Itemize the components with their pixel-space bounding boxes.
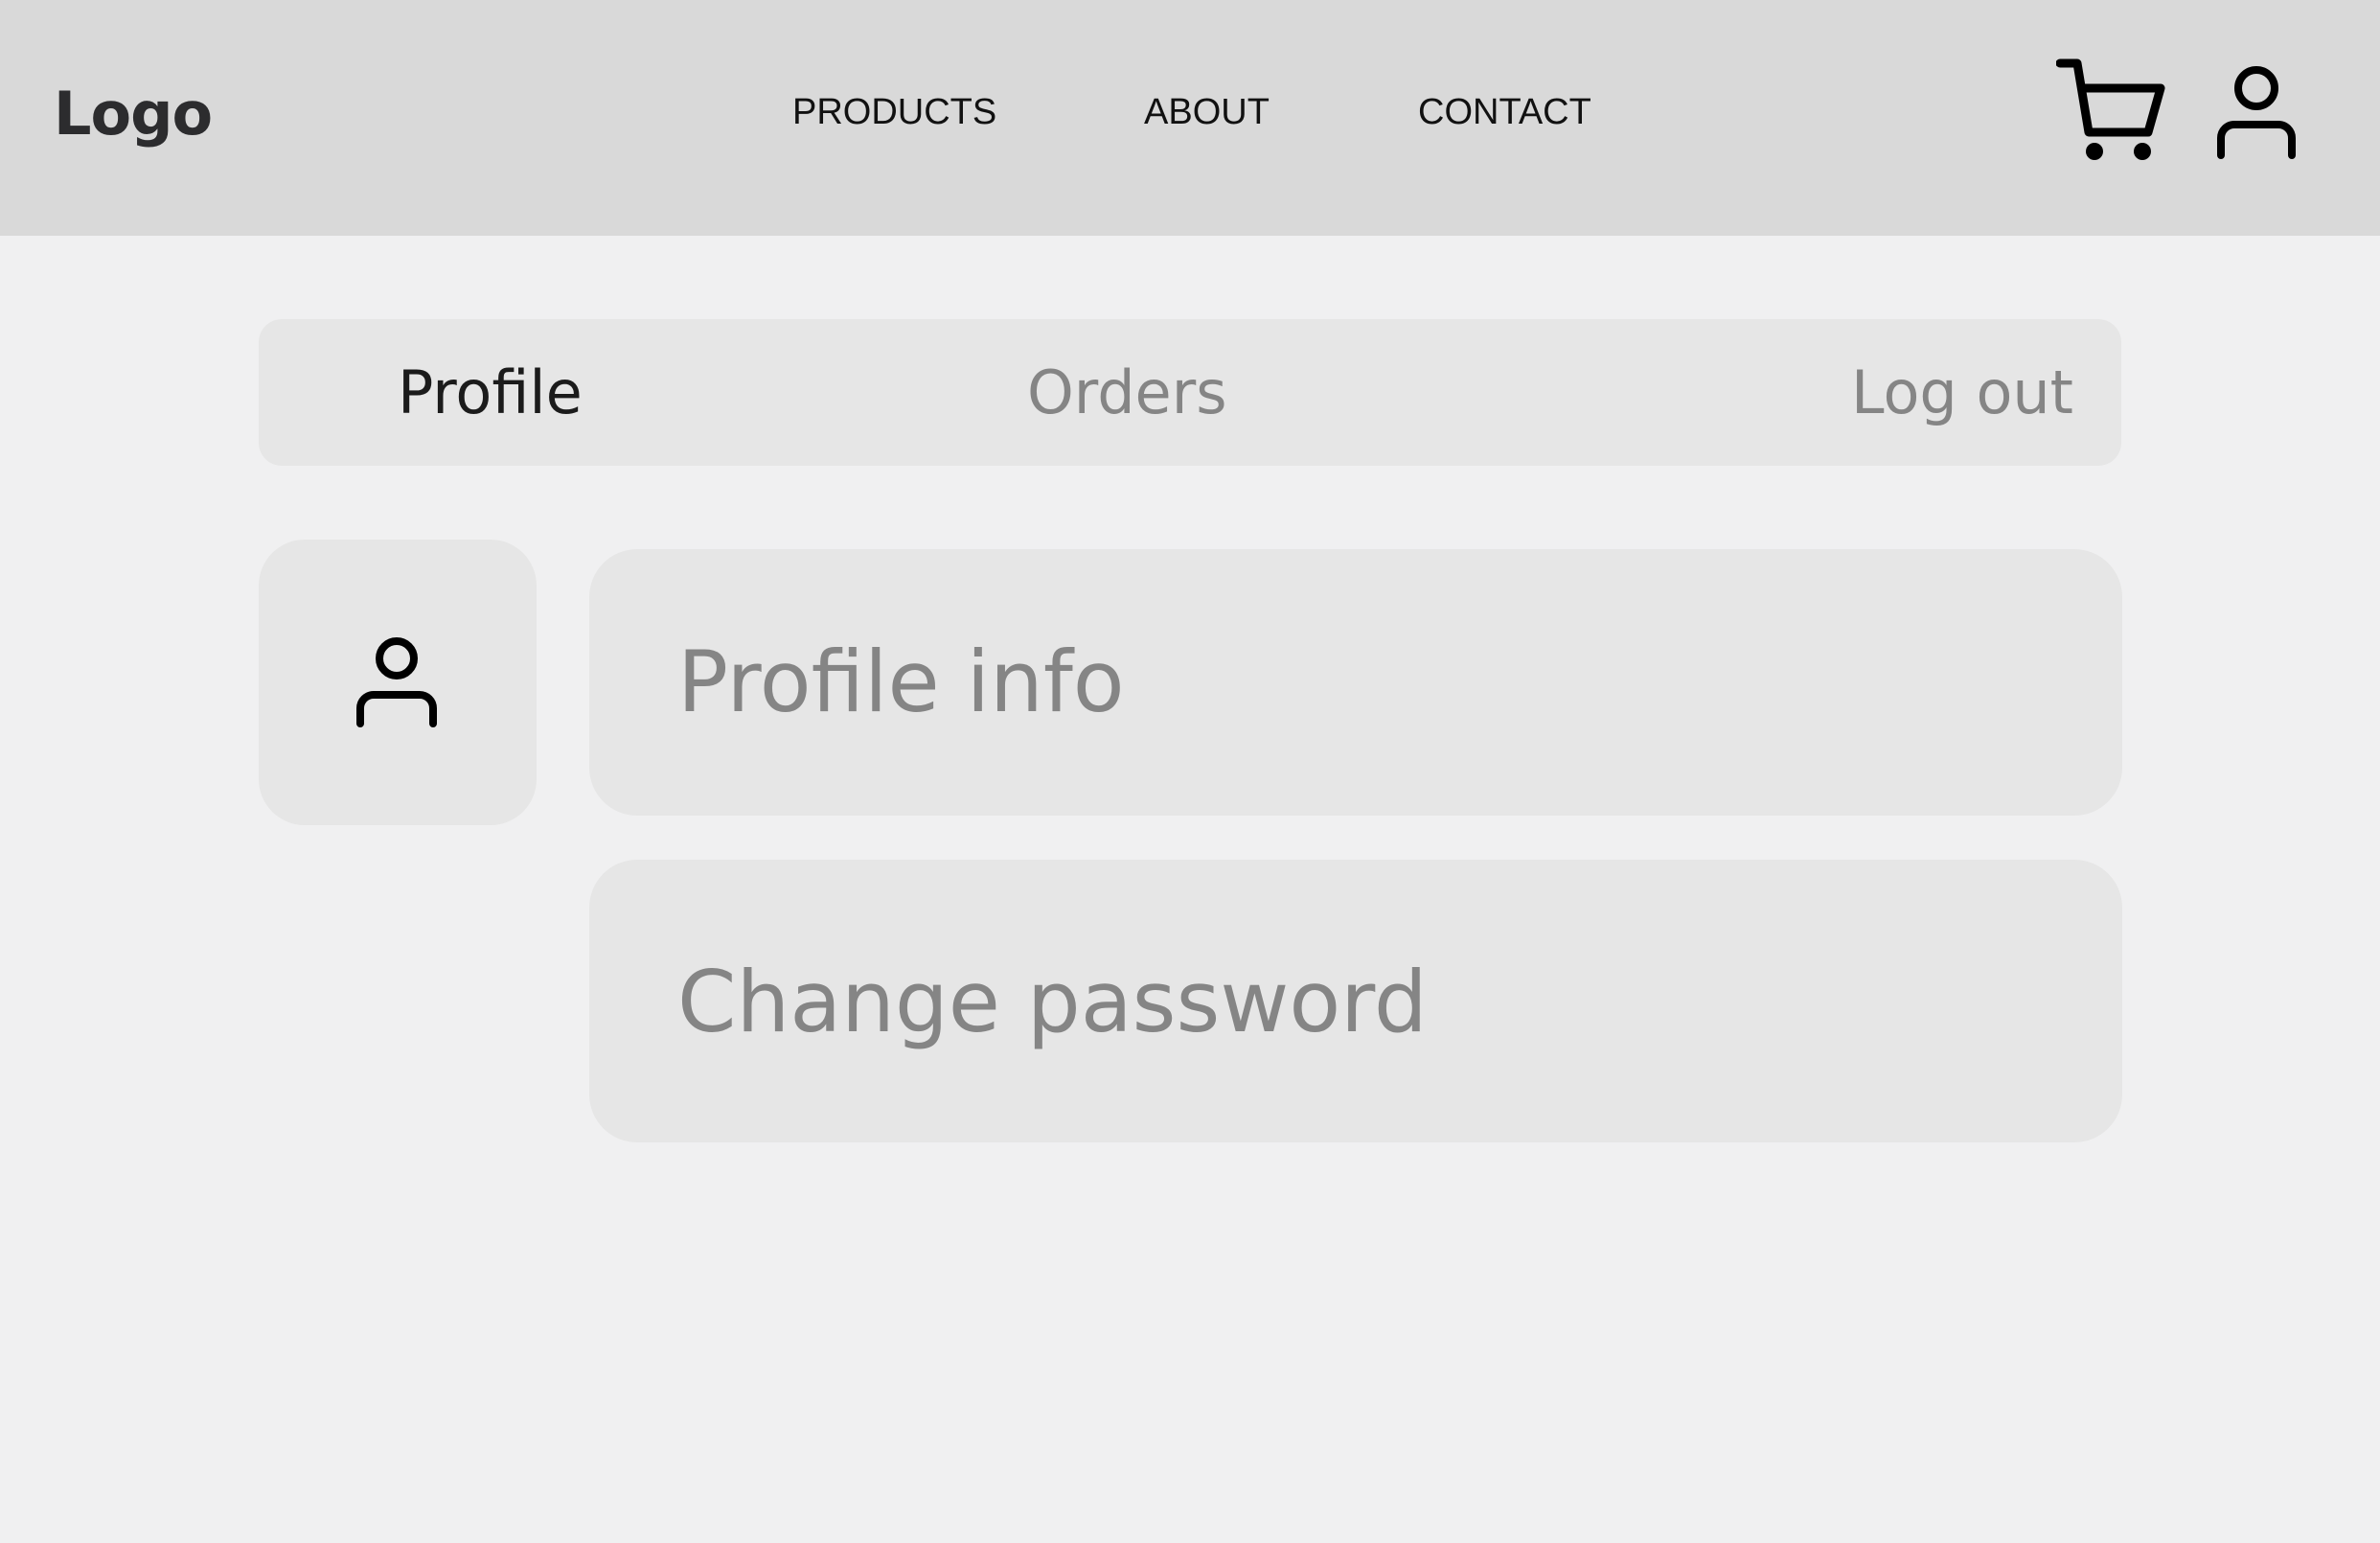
- profile-info-label: Profile info: [677, 633, 1125, 731]
- tab-profile[interactable]: Profile: [398, 354, 583, 432]
- logo[interactable]: Logo: [54, 75, 213, 153]
- profile-info-button[interactable]: Profile info: [589, 549, 2122, 816]
- user-icon: [2217, 66, 2296, 159]
- cart-button[interactable]: [2056, 56, 2169, 163]
- cart-icon: [2056, 58, 2165, 160]
- top-navigation-bar: Logo PRODUCTS ABOUT CONTACT: [0, 0, 2380, 236]
- user-account-button[interactable]: [2213, 63, 2300, 159]
- nav-link-about[interactable]: ABOUT: [1144, 88, 1270, 136]
- nav-link-products[interactable]: PRODUCTS: [792, 88, 996, 136]
- change-password-button[interactable]: Change password: [589, 860, 2122, 1142]
- nav-link-contact[interactable]: CONTACT: [1418, 88, 1591, 136]
- account-tabs: Profile Orders Log out: [259, 319, 2121, 466]
- change-password-label: Change password: [677, 953, 1428, 1051]
- avatar[interactable]: [259, 540, 537, 825]
- tab-log-out[interactable]: Log out: [1851, 354, 2073, 432]
- tab-orders[interactable]: Orders: [1027, 354, 1227, 432]
- user-icon: [356, 637, 437, 727]
